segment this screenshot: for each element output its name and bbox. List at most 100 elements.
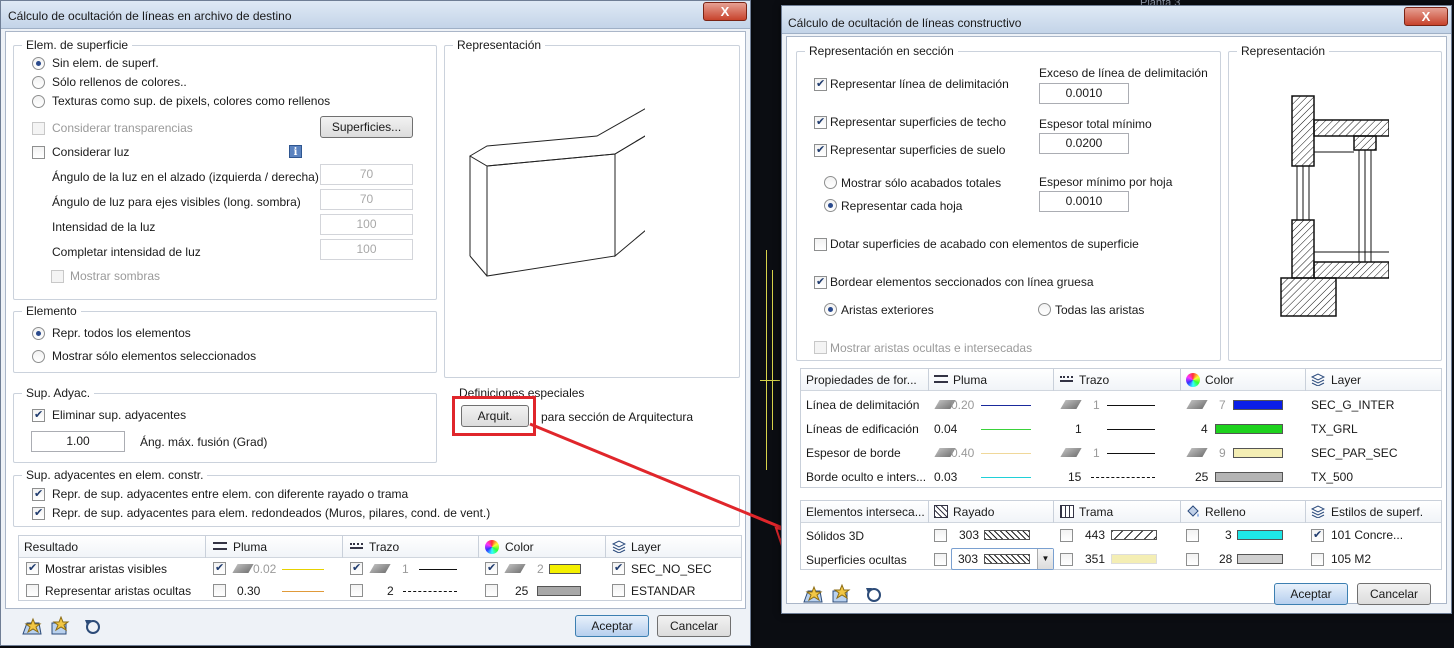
exceso-label: Exceso de línea de delimitación — [1039, 66, 1208, 80]
estilo-value: 101 Concre... — [1331, 528, 1404, 542]
table-row[interactable]: Línea de delimitación 0.20 1 7 SEC_G_INT… — [801, 393, 1441, 417]
color-swatch — [1215, 472, 1283, 482]
checkbox-dotar[interactable] — [814, 238, 827, 251]
checkbox-relleno[interactable] — [1186, 529, 1199, 542]
table-row[interactable]: Líneas de edificación 0.04 1 4 TX_GRL — [801, 417, 1441, 441]
row-label: Línea de delimitación — [806, 398, 920, 412]
checkbox-estilo[interactable] — [1311, 553, 1324, 566]
pen-line-preview — [981, 429, 1031, 430]
layer-icon — [1310, 505, 1326, 519]
pattern-swatch — [1111, 530, 1157, 540]
espesor-total-label: Espesor total mínimo — [1039, 117, 1152, 131]
color-swatch — [1233, 448, 1283, 458]
color-value: 7 — [1219, 398, 1226, 412]
exceso-field[interactable]: 0.0010 — [1039, 83, 1129, 104]
checkbox-relleno[interactable] — [1186, 553, 1199, 566]
header-propiedades: Propiedades de for... — [806, 373, 917, 387]
mostrar-ocultas-label: Mostrar aristas ocultas e intersecadas — [830, 341, 1033, 355]
right-client-area: Representación en sección Representar lí… — [786, 36, 1447, 604]
dotar-label: Dotar superficies de acabado con element… — [830, 237, 1139, 251]
right-aceptar-button[interactable]: Aceptar — [1274, 583, 1348, 605]
pencil-icon — [1060, 400, 1082, 409]
layer-icon — [1310, 373, 1326, 387]
radio-cada-hoja[interactable] — [824, 199, 837, 212]
checkbox-estilo[interactable] — [1311, 528, 1324, 542]
right-dialog: Cálculo de ocultación de líneas construc… — [781, 5, 1452, 614]
table-row[interactable]: Sólidos 3D 303 443 3 101 Concre... — [801, 523, 1441, 547]
relleno-swatch — [1237, 554, 1283, 564]
relleno-value: 3 — [1225, 528, 1232, 542]
bordear-label: Bordear elementos seccionados con línea … — [830, 275, 1094, 289]
right-close-button[interactable]: X — [1404, 7, 1448, 26]
radio-acabados-totales[interactable] — [824, 176, 837, 189]
header-trama: Trama — [1079, 505, 1114, 519]
pluma-value: 0.20 — [951, 398, 975, 412]
checkbox-mostrar-ocultas[interactable] — [814, 341, 827, 354]
checkbox-trama[interactable] — [1060, 529, 1073, 542]
checkbox-bordear[interactable] — [814, 275, 827, 289]
pen-line-preview — [981, 405, 1031, 406]
right-cancelar-button[interactable]: Cancelar — [1357, 583, 1431, 605]
rayado-value: 303 — [958, 552, 979, 566]
trama-value: 351 — [1085, 552, 1106, 566]
checkbox-rayado[interactable] — [934, 553, 947, 566]
trama-value: 443 — [1085, 528, 1106, 542]
espesor-total-field[interactable]: 0.0200 — [1039, 133, 1129, 154]
pen-icon — [934, 375, 948, 383]
checkbox-techo[interactable] — [814, 115, 827, 129]
line-type-preview — [1107, 429, 1155, 430]
rayado-value: 303 — [959, 528, 980, 542]
line-type-icon — [1060, 376, 1073, 382]
linea-delimitacion-label: Representar línea de delimitación — [830, 77, 1009, 91]
espesor-hoja-field[interactable]: 0.0010 — [1039, 191, 1129, 212]
radio-todas-aristas[interactable] — [1038, 303, 1051, 316]
checkbox-linea-delimitacion[interactable] — [814, 77, 827, 91]
color-value: 4 — [1201, 422, 1208, 436]
table-row[interactable]: Superficies ocultas 303 ▼ 351 28 105 M2 — [801, 547, 1441, 571]
relleno-swatch — [1237, 530, 1283, 540]
color-swatch — [1215, 424, 1283, 434]
radio-aristas-exteriores[interactable] — [824, 303, 837, 316]
right-save-favorite-icon[interactable] — [832, 584, 854, 606]
acabados-label: Mostrar sólo acabados totales — [841, 176, 1002, 190]
header-rayado: Rayado — [953, 505, 995, 519]
table-row[interactable]: Borde oculto e inters... 0.03 15 25 TX_5… — [801, 465, 1441, 489]
line-type-preview — [1107, 453, 1155, 454]
color-swatch — [1233, 400, 1283, 410]
pencil-icon — [1186, 400, 1208, 409]
propiedades-table: Propiedades de for... Pluma Trazo Color … — [800, 368, 1442, 488]
pen-line-preview — [981, 453, 1031, 454]
techo-label: Representar superficies de techo — [830, 115, 1007, 129]
right-reset-icon[interactable] — [864, 584, 886, 606]
pluma-value: 0.03 — [934, 470, 958, 484]
suelo-label: Representar superficies de suelo — [830, 143, 1006, 157]
checkbox-rayado[interactable] — [934, 529, 947, 542]
row-label: Superficies ocultas — [806, 553, 907, 567]
checkbox-suelo[interactable] — [814, 143, 827, 157]
pen-line-preview — [981, 477, 1031, 478]
right-favorites-icon[interactable] — [802, 584, 824, 606]
header-relleno: Relleno — [1205, 505, 1246, 519]
rayado-dropdown[interactable]: 303 ▼ — [951, 548, 1054, 570]
header-color: Color — [1205, 373, 1234, 387]
color-value: 25 — [1195, 470, 1209, 484]
layer-value: TX_GRL — [1311, 422, 1358, 436]
fill-bucket-icon — [1186, 505, 1200, 518]
pluma-value: 0.04 — [934, 422, 958, 436]
pluma-value: 0.40 — [951, 446, 975, 460]
relleno-value: 28 — [1219, 552, 1233, 566]
table-row[interactable]: Espesor de borde 0.40 1 9 SEC_PAR_SEC — [801, 441, 1441, 465]
checkbox-trama[interactable] — [1060, 553, 1073, 566]
header-layer: Layer — [1331, 373, 1362, 387]
pattern-icon — [1060, 505, 1074, 518]
todas-aristas-label: Todas las aristas — [1055, 303, 1145, 317]
intersecados-table: Elementos interseca... Rayado Trama Rell… — [800, 500, 1442, 570]
chevron-down-icon[interactable]: ▼ — [1037, 549, 1053, 569]
pencil-icon — [1060, 448, 1082, 457]
hatch-swatch — [984, 554, 1030, 564]
color-value: 9 — [1219, 446, 1226, 460]
layer-value: SEC_PAR_SEC — [1311, 446, 1398, 460]
header-elementos: Elementos interseca... — [806, 505, 925, 519]
row-label: Sólidos 3D — [806, 529, 865, 543]
trazo-value: 1 — [1093, 398, 1100, 412]
